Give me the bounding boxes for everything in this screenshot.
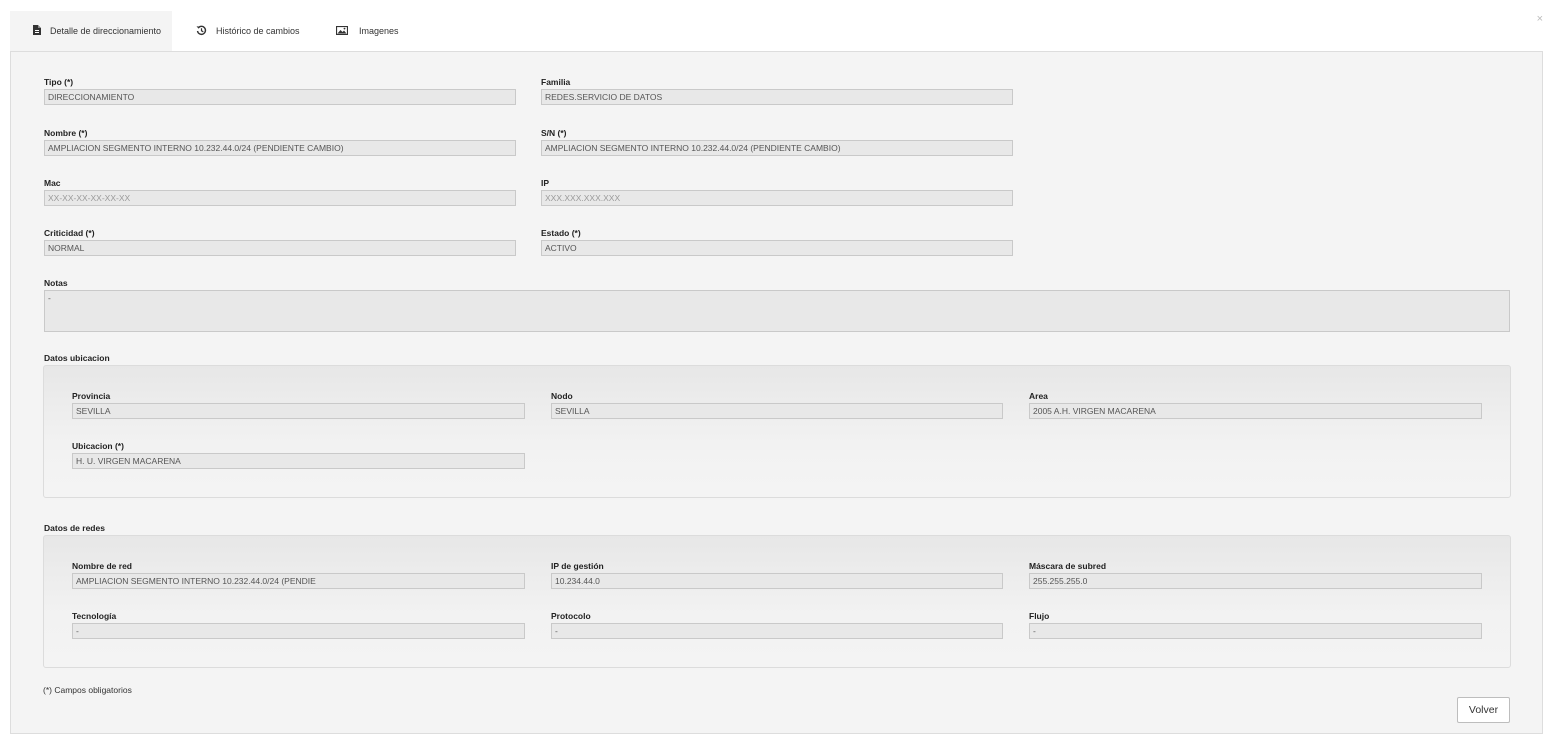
ubicacion-section-title: Datos ubicacion (44, 353, 110, 363)
tecnologia-input[interactable]: - (72, 623, 525, 639)
mascara-input[interactable]: 255.255.255.0 (1029, 573, 1482, 589)
flujo-label: Flujo (1029, 611, 1050, 621)
tipo-field: Tipo (*) DIRECCIONAMIENTO (44, 77, 516, 105)
nombre-red-label: Nombre de red (72, 561, 132, 571)
nombre-red-input[interactable]: AMPLIACION SEGMENTO INTERNO 10.232.44.0/… (72, 573, 525, 589)
estado-input[interactable]: ACTIVO (541, 240, 1013, 256)
ip-label: IP (541, 178, 550, 188)
criticidad-label: Criticidad (*) (44, 228, 95, 238)
required-fields-note: (*) Campos obligatorios (43, 685, 132, 695)
nodo-input[interactable]: SEVILLA (551, 403, 1003, 419)
estado-field: Estado (*) ACTIVO (541, 228, 1013, 256)
tecnologia-label: Tecnología (72, 611, 117, 621)
familia-label: Familia (541, 77, 571, 87)
notas-textarea[interactable]: - (44, 290, 1510, 332)
tipo-input[interactable]: DIRECCIONAMIENTO (44, 89, 516, 105)
familia-input[interactable]: REDES.SERVICIO DE DATOS (541, 89, 1013, 105)
tab-detalle[interactable]: Detalle de direccionamiento (10, 11, 172, 51)
tab-historico[interactable]: Histórico de cambios (196, 11, 300, 51)
ip-gestion-input[interactable]: 10.234.44.0 (551, 573, 1003, 589)
redes-section-title: Datos de redes (44, 523, 105, 533)
mac-field: Mac XX-XX-XX-XX-XX-XX (44, 178, 516, 206)
tab-imagenes-label: Imagenes (359, 26, 399, 36)
tab-historico-label: Histórico de cambios (216, 26, 300, 36)
redes-group: Nombre de red AMPLIACION SEGMENTO INTERN… (43, 535, 1511, 668)
back-button[interactable]: Volver (1457, 697, 1510, 723)
tab-bar: Detalle de direccionamiento Histórico de… (10, 11, 1544, 52)
familia-field: Familia REDES.SERVICIO DE DATOS (541, 77, 1013, 105)
ip-field: IP XXX.XXX.XXX.XXX (541, 178, 1013, 206)
provincia-field: Provincia SEVILLA (72, 391, 525, 419)
flujo-input[interactable]: - (1029, 623, 1482, 639)
detail-panel: Tipo (*) DIRECCIONAMIENTO Familia REDES.… (10, 51, 1543, 734)
mascara-label: Máscara de subred (1029, 561, 1107, 571)
provincia-label: Provincia (72, 391, 111, 401)
area-label: Area (1029, 391, 1048, 401)
nombre-field: Nombre (*) AMPLIACION SEGMENTO INTERNO 1… (44, 128, 516, 156)
tab-imagenes[interactable]: Imagenes (335, 11, 399, 51)
protocolo-field: Protocolo - (551, 611, 1003, 639)
area-field: Area 2005 A.H. VIRGEN MACARENA (1029, 391, 1482, 419)
nodo-label: Nodo (551, 391, 573, 401)
protocolo-input[interactable]: - (551, 623, 1003, 639)
nombre-red-field: Nombre de red AMPLIACION SEGMENTO INTERN… (72, 561, 525, 589)
nombre-input[interactable]: AMPLIACION SEGMENTO INTERNO 10.232.44.0/… (44, 140, 516, 156)
close-icon[interactable]: × (1537, 13, 1543, 25)
mac-input[interactable]: XX-XX-XX-XX-XX-XX (44, 190, 516, 206)
nombre-label: Nombre (*) (44, 128, 88, 138)
ubicacion-field: Ubicacion (*) H. U. VIRGEN MACARENA (72, 441, 525, 469)
sn-label: S/N (*) (541, 128, 567, 138)
history-icon (196, 25, 207, 38)
ip-input[interactable]: XXX.XXX.XXX.XXX (541, 190, 1013, 206)
tipo-label: Tipo (*) (44, 77, 74, 87)
provincia-input[interactable]: SEVILLA (72, 403, 525, 419)
estado-label: Estado (*) (541, 228, 581, 238)
area-input[interactable]: 2005 A.H. VIRGEN MACARENA (1029, 403, 1482, 419)
ubicacion-input[interactable]: H. U. VIRGEN MACARENA (72, 453, 525, 469)
ip-gestion-field: IP de gestión 10.234.44.0 (551, 561, 1003, 589)
tab-detalle-label: Detalle de direccionamiento (50, 26, 162, 36)
ubicacion-group: Provincia SEVILLA Nodo SEVILLA Area 2005… (43, 365, 1511, 498)
ip-gestion-label: IP de gestión (551, 561, 604, 571)
protocolo-label: Protocolo (551, 611, 591, 621)
flujo-field: Flujo - (1029, 611, 1482, 639)
sn-field: S/N (*) AMPLIACION SEGMENTO INTERNO 10.2… (541, 128, 1013, 156)
tecnologia-field: Tecnología - (72, 611, 525, 639)
notas-field: Notas - (44, 278, 1510, 332)
mascara-field: Máscara de subred 255.255.255.0 (1029, 561, 1482, 589)
nodo-field: Nodo SEVILLA (551, 391, 1003, 419)
criticidad-input[interactable]: NORMAL (44, 240, 516, 256)
document-icon (33, 25, 41, 37)
sn-input[interactable]: AMPLIACION SEGMENTO INTERNO 10.232.44.0/… (541, 140, 1013, 156)
mac-label: Mac (44, 178, 61, 188)
image-icon (335, 25, 349, 37)
notas-label: Notas (44, 278, 68, 288)
criticidad-field: Criticidad (*) NORMAL (44, 228, 516, 256)
ubicacion-label: Ubicacion (*) (72, 441, 124, 451)
